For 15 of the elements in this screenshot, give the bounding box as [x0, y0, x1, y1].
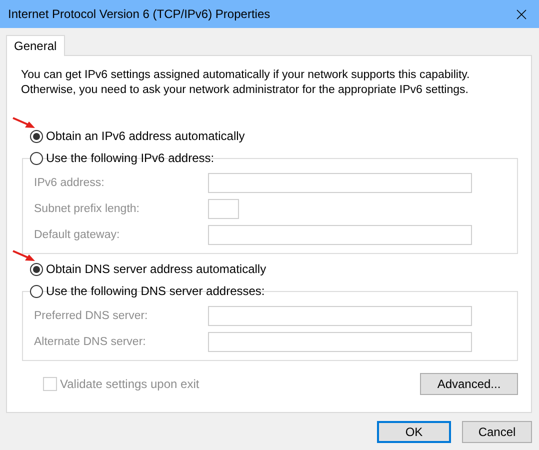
- field-label: Default gateway:: [34, 229, 121, 241]
- field-label: IPv6 address:: [34, 177, 106, 189]
- radio-button[interactable]: Use the following DNS server addresses:: [30, 284, 265, 298]
- field-label: Subnet prefix length:: [34, 203, 140, 215]
- tab[interactable]: General: [6, 35, 65, 56]
- dialog-button[interactable]: OK: [377, 421, 451, 443]
- dialog-button[interactable]: Cancel: [462, 421, 532, 443]
- field-label: Alternate DNS server:: [34, 336, 147, 348]
- radio-button[interactable]: Obtain an IPv6 address automatically: [30, 129, 245, 143]
- window-title: Internet Protocol Version 6 (TCP/IPv6) Properties: [8, 7, 270, 21]
- radio-button[interactable]: Use the following IPv6 address:: [30, 151, 214, 165]
- advanced-button[interactable]: Advanced...: [420, 373, 518, 395]
- description-text: You can get IPv6 settings assigned automatically if your network supports this capability. Otherwise, you need to ask your network administrator for the appropriate IPv6 settings.: [21, 68, 471, 98]
- radio-button[interactable]: Obtain DNS server address automatically: [30, 262, 266, 276]
- field-label: Preferred DNS server:: [34, 310, 149, 322]
